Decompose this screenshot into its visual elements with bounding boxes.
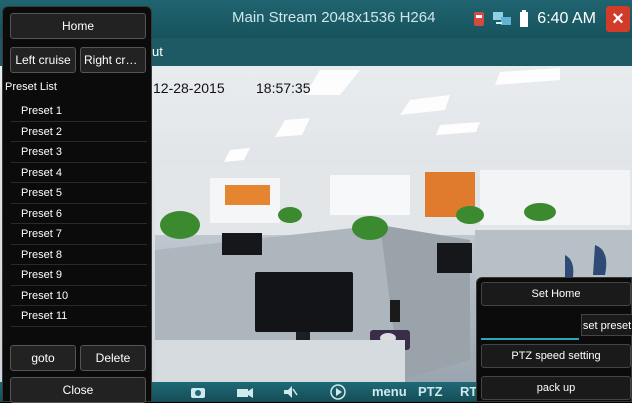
- video-record-icon[interactable]: [236, 385, 254, 399]
- preset-item[interactable]: Preset 7: [11, 224, 147, 245]
- preset-item[interactable]: Preset 1: [11, 101, 147, 122]
- preset-item[interactable]: Preset 4: [11, 163, 147, 183]
- osd-time: 18:57:35: [256, 80, 311, 96]
- snapshot-icon[interactable]: [190, 385, 206, 399]
- preset-number-input[interactable]: [481, 314, 579, 340]
- ptz-button[interactable]: PTZ: [418, 384, 443, 399]
- delete-button[interactable]: Delete: [80, 345, 146, 371]
- stream-title: Main Stream 2048x1536 H264: [232, 9, 436, 26]
- tab-label-fragment[interactable]: ut: [152, 44, 163, 59]
- preset-item[interactable]: Preset 10: [11, 286, 147, 306]
- osd-date: 12-28-2015: [153, 80, 225, 96]
- clock-time: 6:40 AM: [537, 10, 596, 27]
- network-icon: [493, 12, 512, 25]
- preset-item[interactable]: Preset 6: [11, 204, 147, 224]
- preset-list: Preset 1 Preset 2 Preset 3 Preset 4 Pres…: [11, 101, 147, 327]
- preset-item[interactable]: Preset 5: [11, 183, 147, 204]
- home-button[interactable]: Home: [10, 13, 146, 39]
- preset-item[interactable]: Preset 11: [11, 306, 147, 327]
- ptz-setting-panel: Set Home set preset PTZ speed setting pa…: [476, 277, 632, 402]
- preset-item[interactable]: Preset 8: [11, 245, 147, 265]
- ptz-preset-panel: Home Left cruise Right crui... Preset Li…: [2, 6, 152, 403]
- right-cruise-button[interactable]: Right crui...: [80, 47, 146, 73]
- status-icons: 6:40 AM ×: [473, 0, 632, 38]
- set-preset-button[interactable]: set preset: [581, 314, 632, 336]
- battery-icon: [520, 10, 529, 27]
- play-icon[interactable]: [330, 384, 346, 400]
- close-button[interactable]: Close: [10, 377, 146, 403]
- preset-item[interactable]: Preset 3: [11, 142, 147, 163]
- rt-button[interactable]: RT: [460, 384, 477, 399]
- set-home-button[interactable]: Set Home: [481, 282, 631, 306]
- preset-item[interactable]: Preset 9: [11, 265, 147, 286]
- goto-button[interactable]: goto: [10, 345, 76, 371]
- close-icon[interactable]: ×: [606, 6, 630, 32]
- preset-item[interactable]: Preset 2: [11, 122, 147, 142]
- recording-icon: [474, 12, 485, 26]
- ptz-speed-setting-button[interactable]: PTZ speed setting: [481, 344, 631, 368]
- pack-up-button[interactable]: pack up: [481, 376, 631, 400]
- preset-list-title: Preset List: [5, 81, 57, 93]
- mute-icon[interactable]: [282, 385, 298, 399]
- left-cruise-button[interactable]: Left cruise: [10, 47, 76, 73]
- menu-button[interactable]: menu: [372, 384, 407, 399]
